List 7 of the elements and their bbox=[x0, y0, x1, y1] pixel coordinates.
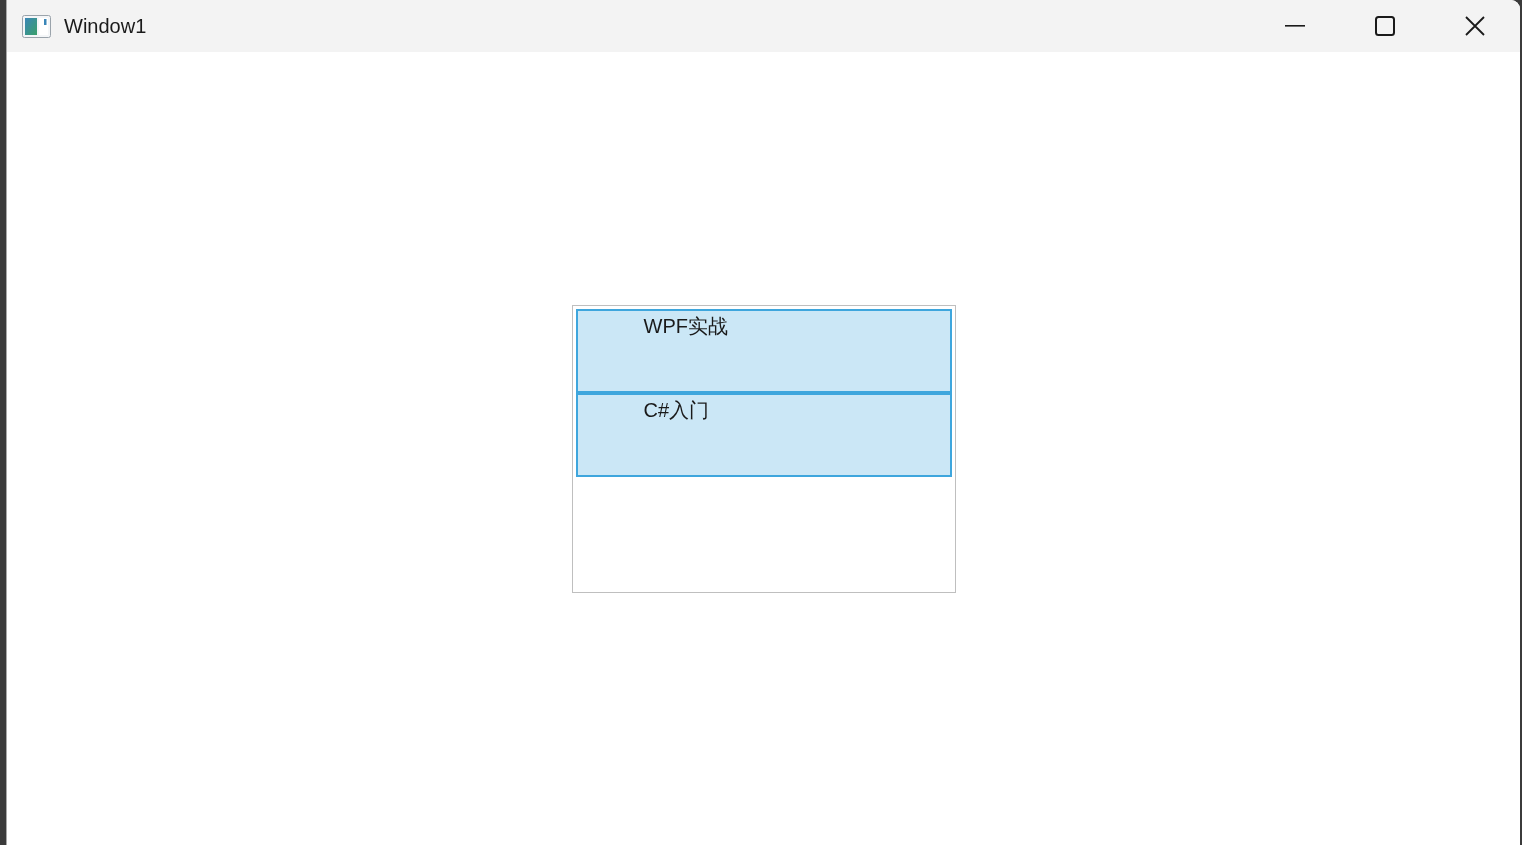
window-title: Window1 bbox=[64, 16, 147, 36]
minimize-icon bbox=[1285, 25, 1305, 27]
maximize-icon bbox=[1375, 16, 1395, 36]
list-item[interactable]: WPF实战 bbox=[575, 308, 952, 393]
list-item[interactable]: C#入门 bbox=[575, 392, 952, 477]
app-icon bbox=[22, 14, 51, 38]
close-icon bbox=[1465, 16, 1485, 36]
